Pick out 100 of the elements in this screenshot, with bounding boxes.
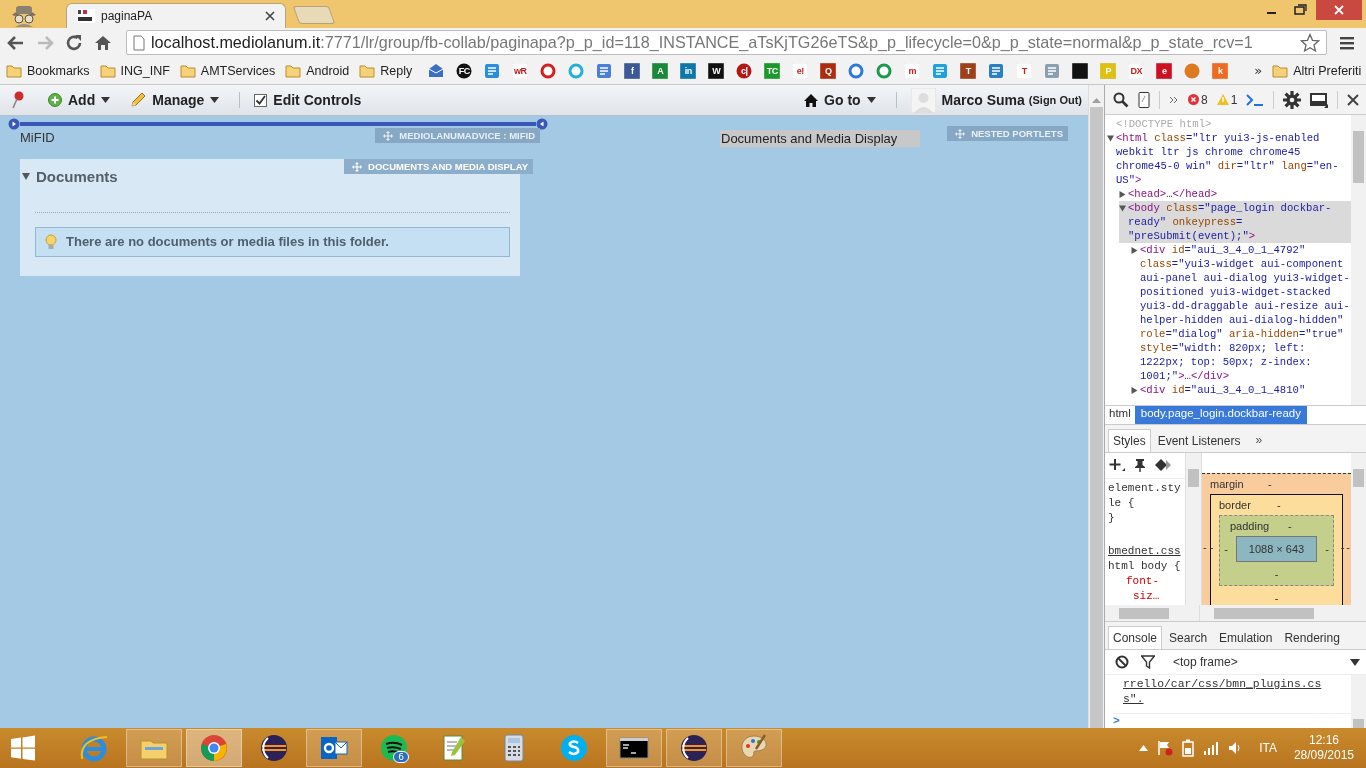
flag-icon[interactable] <box>1157 740 1174 756</box>
caret-icon <box>210 97 220 103</box>
drawer-tab[interactable]: Emulation <box>1214 626 1278 649</box>
dockbar-menu[interactable]: Manage <box>130 92 220 108</box>
frame-dropdown[interactable]: <top frame> <box>1167 655 1360 669</box>
dom-node[interactable]: <head>…</head> <box>1119 187 1351 201</box>
bookmark-site[interactable]: W <box>708 62 725 79</box>
edit-controls-toggle[interactable]: Edit Controls <box>254 92 362 108</box>
error-count[interactable]: 8 <box>1188 92 1208 107</box>
scrollbar[interactable] <box>1351 115 1366 405</box>
breadcrumb[interactable]: html <box>1105 406 1135 424</box>
bookmark-site[interactable]: FC <box>456 62 473 79</box>
warning-count[interactable]: 1 <box>1216 92 1238 107</box>
taskbar-app-button[interactable] <box>306 729 362 767</box>
star-icon[interactable] <box>1300 32 1320 53</box>
bookmark-site[interactable]: T <box>960 62 977 79</box>
battery-icon[interactable] <box>1182 739 1195 757</box>
box-value: - <box>1340 541 1345 553</box>
console-icon[interactable] <box>1246 92 1265 107</box>
taskbar-app-button[interactable] <box>606 729 662 767</box>
checkbox[interactable] <box>254 93 268 107</box>
bookmark-folder[interactable]: Bookmarks <box>6 62 90 79</box>
portlet-title[interactable]: Documents <box>20 167 118 185</box>
clear-icon[interactable] <box>1115 655 1129 669</box>
scrollbar[interactable] <box>1186 453 1201 605</box>
bookmark-folder[interactable]: AMTServices <box>179 62 276 79</box>
browser-icon <box>199 733 229 763</box>
bookmark-site[interactable]: DX <box>1128 62 1145 79</box>
skype-icon <box>559 733 589 763</box>
handle-icon[interactable] <box>536 118 548 130</box>
dock-icon[interactable] <box>1310 91 1329 108</box>
bookmark-folder[interactable]: ING_INF <box>99 62 170 79</box>
bookmark-site[interactable]: e! <box>792 62 809 79</box>
bookmark-site[interactable]: wR <box>512 62 529 79</box>
caret-icon <box>22 172 30 180</box>
box-value: - <box>1273 591 1280 605</box>
scrollbar[interactable] <box>1351 453 1366 605</box>
scroll-up-icon[interactable] <box>1092 98 1101 103</box>
bookmark-site[interactable]: in <box>680 62 697 79</box>
dom-node[interactable]: <div id="aui_3_4_0_1_4810" <box>1131 383 1351 397</box>
speaker-icon[interactable] <box>1228 741 1243 755</box>
eclipse-icon <box>679 733 709 763</box>
close-icon[interactable] <box>265 11 275 21</box>
taskbar-app-button[interactable]: 6 <box>366 729 422 767</box>
taskbar-app-button[interactable] <box>666 729 722 767</box>
drawer-tab[interactable]: Rendering <box>1279 626 1345 649</box>
dom-node[interactable]: <html class="ltr yui3-js-enabled webkit ltr js chrome chrome45 chrome45-0 win" dir="ltr" lang="en-US"> <box>1107 131 1351 187</box>
error-icon <box>1188 94 1199 105</box>
close-icon[interactable] <box>1316 0 1362 20</box>
diamond-icon[interactable] <box>1155 459 1171 471</box>
stylesheet-link[interactable]: bmednet.css <box>1108 544 1182 559</box>
browser-tab[interactable]: paginaPA <box>66 3 286 28</box>
bookmark-site[interactable]: f <box>624 62 641 79</box>
panel-tab[interactable]: Styles <box>1108 429 1151 452</box>
phone-icon[interactable] <box>1138 91 1150 108</box>
address-bar[interactable]: localhost.mediolanum.it:7771/lr/group/fb-collab/paginapa?p_p_id=118_INSTANCE_aTsKjTG26eTS&p_p_lifecycle=0&p_p_state=normal&p_p_state_rcv=1 <box>126 30 1327 55</box>
dom-node[interactable]: <div id="aui_3_4_0_1_4792" class="yui3-widget aui-component aui-panel aui-dialog yui3-widget-positioned yui3-widget-stacked yui3-dd-draggable aui-resize aui-helper-hidden aui-dialog-hidden" role="dialog" aria-hidden="true" style="width: 820px; left: 1222px; top: 50px; z-index: 1001;">…</div> <box>1131 243 1351 383</box>
column-title: MiFID <box>20 130 55 145</box>
filter-icon[interactable] <box>1141 655 1155 669</box>
signal-icon[interactable] <box>1203 741 1220 755</box>
info-message: There are no documents or media files in this folder. <box>35 226 510 257</box>
css-selector: element.style { <box>1108 481 1182 511</box>
plus-icon[interactable] <box>1109 458 1125 472</box>
bookmark-site[interactable]: Q <box>820 62 837 79</box>
chevron-up-icon[interactable] <box>1139 745 1149 751</box>
bookmark-site[interactable]: m <box>904 62 921 79</box>
windows-start-icon[interactable] <box>10 735 36 761</box>
bookmark-folder[interactable]: Android <box>285 62 350 79</box>
bookmark-site[interactable]: A <box>652 62 669 79</box>
browser-icon <box>79 733 109 763</box>
console-link[interactable]: s". <box>1123 692 1351 707</box>
drawer-tab[interactable]: Search <box>1164 626 1213 649</box>
sign-out-link[interactable]: (Sign Out) <box>1028 94 1082 106</box>
caret-icon <box>101 97 111 103</box>
close-icon[interactable] <box>1347 93 1360 106</box>
dockbar-menu[interactable]: Add <box>48 92 111 108</box>
scrollbar[interactable] <box>1351 675 1366 728</box>
dom-node[interactable]: <body class="page_login dockbar-ready" onkeypress= "preSubmit(event);"> <box>1119 201 1351 243</box>
bookmark-site[interactable]: T <box>1016 62 1033 79</box>
caret-icon <box>1131 386 1138 394</box>
search-icon[interactable] <box>1113 91 1129 108</box>
more-bookmarks-button[interactable]: » <box>1254 63 1263 78</box>
settings-icon[interactable] <box>1283 90 1302 109</box>
console-link[interactable]: rrello/car/css/bmn_plugins.cs <box>1123 677 1351 692</box>
bookmark-folder[interactable]: Altri Preferiti <box>1272 62 1362 79</box>
bookmark-site[interactable]: e <box>1156 62 1173 79</box>
bookmark-site[interactable]: c| <box>736 62 753 79</box>
panel-tab[interactable]: Event Listeners <box>1152 429 1246 452</box>
breadcrumb[interactable]: body.page_login.dockbar-ready <box>1134 406 1307 424</box>
more-tabs-button[interactable]: » <box>1255 433 1263 447</box>
bookmark-site[interactable]: TC <box>764 62 781 79</box>
go-to-menu[interactable]: Go to <box>804 92 876 108</box>
chevrons-icon[interactable] <box>1169 95 1179 104</box>
scrollbar[interactable] <box>1088 85 1104 728</box>
portlet-label: Documents and Media Display <box>720 130 921 147</box>
drawer-tab[interactable]: Console <box>1108 626 1163 649</box>
bookmark-folder[interactable]: Reply <box>359 62 413 79</box>
pin-icon[interactable] <box>1134 458 1146 472</box>
user-name[interactable]: Marco Suma <box>941 92 1025 108</box>
handle-icon[interactable] <box>8 118 20 130</box>
